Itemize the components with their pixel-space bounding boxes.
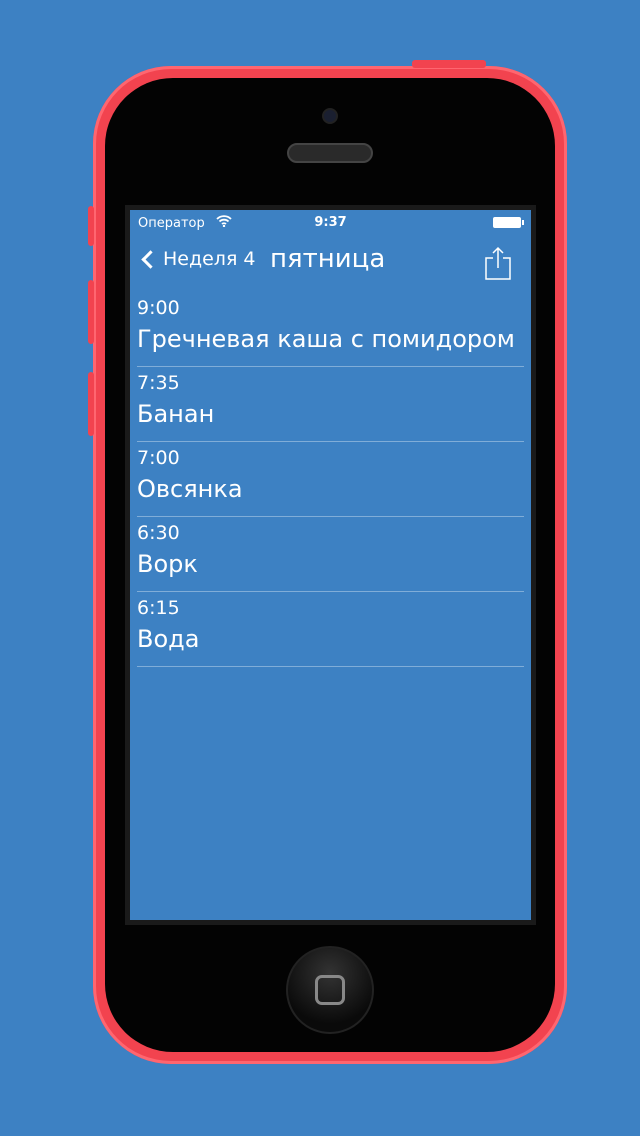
item-time: 6:30 (137, 522, 180, 544)
meal-list: 9:00 Гречневая каша с помидором 7:35 Банан… (137, 292, 524, 667)
list-item[interactable]: 7:35 Банан (137, 367, 524, 442)
back-button[interactable]: Неделя 4 (138, 248, 256, 270)
volume-up-button (88, 280, 94, 344)
back-label: Неделя 4 (163, 248, 256, 270)
camera (322, 108, 338, 124)
share-icon[interactable] (485, 246, 511, 280)
status-bar: Оператор 9:37 (130, 210, 531, 236)
item-time: 7:35 (137, 372, 180, 394)
home-button[interactable] (286, 946, 374, 1034)
item-name: Гречневая каша с помидором (137, 325, 515, 353)
mute-switch (88, 206, 94, 246)
list-item[interactable]: 6:15 Вода (137, 592, 524, 667)
volume-down-button (88, 372, 94, 436)
screen: Оператор 9:37 Неделя 4 пятница 9:00 Гречн… (130, 210, 531, 920)
home-square-icon (315, 975, 345, 1005)
list-item[interactable]: 9:00 Гречневая каша с помидором (137, 292, 524, 367)
item-time: 6:15 (137, 597, 180, 619)
page-title: пятница (270, 244, 386, 274)
power-button (412, 60, 486, 68)
battery-icon (493, 217, 524, 228)
list-item[interactable]: 6:30 Ворк (137, 517, 524, 592)
item-name: Овсянка (137, 475, 243, 503)
item-time: 7:00 (137, 447, 180, 469)
list-item[interactable]: 7:00 Овсянка (137, 442, 524, 517)
chevron-left-icon (141, 249, 160, 269)
item-name: Вода (137, 625, 200, 653)
navigation-bar: Неделя 4 пятница (130, 240, 531, 284)
item-name: Ворк (137, 550, 198, 578)
status-time: 9:37 (314, 215, 347, 230)
item-name: Банан (137, 400, 215, 428)
item-time: 9:00 (137, 297, 180, 319)
speaker (287, 143, 373, 163)
